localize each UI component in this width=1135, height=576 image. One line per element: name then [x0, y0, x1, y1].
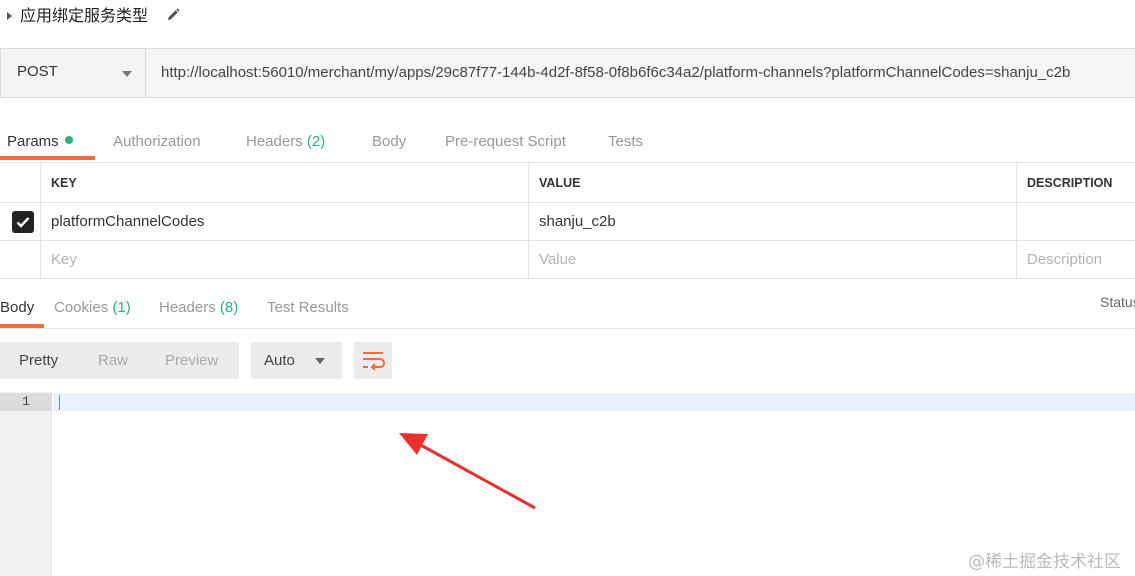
tab-headers[interactable]: Headers (2)	[246, 122, 325, 162]
tab-authorization-label: Authorization	[113, 133, 201, 150]
response-tab-test-results[interactable]: Test Results	[267, 290, 349, 326]
new-value-input[interactable]: Value	[528, 241, 1016, 278]
tab-headers-label: Headers	[246, 133, 303, 150]
raw-button[interactable]: Raw	[98, 342, 128, 379]
response-tab-headers[interactable]: Headers (8)	[159, 290, 238, 326]
wrap-lines-button[interactable]	[354, 342, 392, 379]
format-mode-group: Pretty Raw Preview	[0, 342, 239, 379]
tab-tests[interactable]: Tests	[608, 122, 643, 162]
tab-authorization[interactable]: Authorization	[113, 122, 201, 162]
tab-pre-request-script-label: Pre-request Script	[445, 133, 566, 150]
params-table: KEY VALUE DESCRIPTION platformChannelCod…	[0, 162, 1135, 279]
pretty-button[interactable]: Pretty	[19, 342, 58, 379]
new-key-input[interactable]: Key	[40, 241, 528, 278]
params-header-row: KEY VALUE DESCRIPTION	[0, 163, 1135, 203]
key-header: KEY	[40, 163, 528, 202]
method-select[interactable]: POST	[1, 49, 146, 97]
text-cursor	[59, 395, 60, 410]
response-body-editor[interactable]: 1	[0, 392, 1135, 576]
watermark: @稀土掘金技术社区	[968, 552, 1121, 572]
header-check-cell	[0, 163, 40, 202]
param-description-cell[interactable]	[1016, 203, 1135, 240]
response-tab-cookies[interactable]: Cookies (1)	[54, 290, 131, 326]
response-tab-headers-count: (8)	[219, 299, 239, 316]
active-tab-indicator	[0, 156, 95, 160]
tab-body-label: Body	[372, 133, 407, 150]
tab-tests-label: Tests	[608, 133, 644, 150]
preview-button[interactable]: Preview	[165, 342, 218, 379]
tab-body[interactable]: Body	[372, 122, 406, 162]
response-tab-cookies-count: (1)	[112, 299, 131, 316]
request-title-bar: 应用绑定服务类型	[0, 0, 1135, 34]
chevron-down-icon	[122, 71, 132, 77]
request-url-bar: POST http://localhost:56010/merchant/my/…	[0, 48, 1135, 98]
tab-pre-request-script[interactable]: Pre-request Script	[445, 122, 566, 162]
line-gutter: 1	[0, 392, 52, 576]
response-tab-body[interactable]: Body	[0, 290, 34, 326]
annotation-arrow-icon	[399, 433, 536, 510]
params-active-dot-icon	[64, 136, 73, 144]
param-enabled-checkbox[interactable]	[12, 211, 34, 233]
param-key-cell[interactable]: platformChannelCodes	[40, 203, 528, 240]
new-row-check-cell	[0, 241, 40, 278]
wrap-lines-icon	[363, 352, 385, 371]
new-description-input[interactable]: Description	[1016, 241, 1135, 278]
response-tab-test-results-label: Test Results	[267, 299, 349, 316]
request-name[interactable]: 应用绑定服务类型	[20, 5, 148, 27]
request-tabs: Params Authorization Headers (2) Body Pr…	[0, 122, 1135, 162]
value-header: VALUE	[528, 163, 1016, 202]
response-tab-headers-label: Headers	[159, 299, 216, 316]
table-row: platformChannelCodes shanju_c2b	[0, 203, 1135, 241]
caret-right-icon[interactable]	[7, 12, 12, 20]
new-param-row: Key Value Description	[0, 241, 1135, 279]
tab-headers-count: (2)	[306, 133, 326, 150]
line-number: 1	[0, 393, 52, 411]
tab-params-label: Params	[7, 133, 59, 150]
row-check-cell	[0, 203, 40, 240]
description-header: DESCRIPTION	[1016, 163, 1135, 202]
response-divider	[0, 328, 1135, 329]
language-select-label: Auto	[264, 352, 295, 369]
param-value-cell[interactable]: shanju_c2b	[528, 203, 1016, 240]
language-select[interactable]: Auto	[251, 342, 342, 379]
method-label: POST	[17, 63, 58, 80]
response-tab-cookies-label: Cookies	[54, 299, 109, 316]
url-input[interactable]: http://localhost:56010/merchant/my/apps/…	[147, 49, 1135, 97]
chevron-down-icon	[315, 358, 325, 364]
response-tab-body-label: Body	[0, 299, 35, 316]
status-label: Status	[1100, 294, 1135, 310]
pencil-icon[interactable]	[165, 7, 181, 23]
active-line-highlight	[53, 393, 1135, 411]
